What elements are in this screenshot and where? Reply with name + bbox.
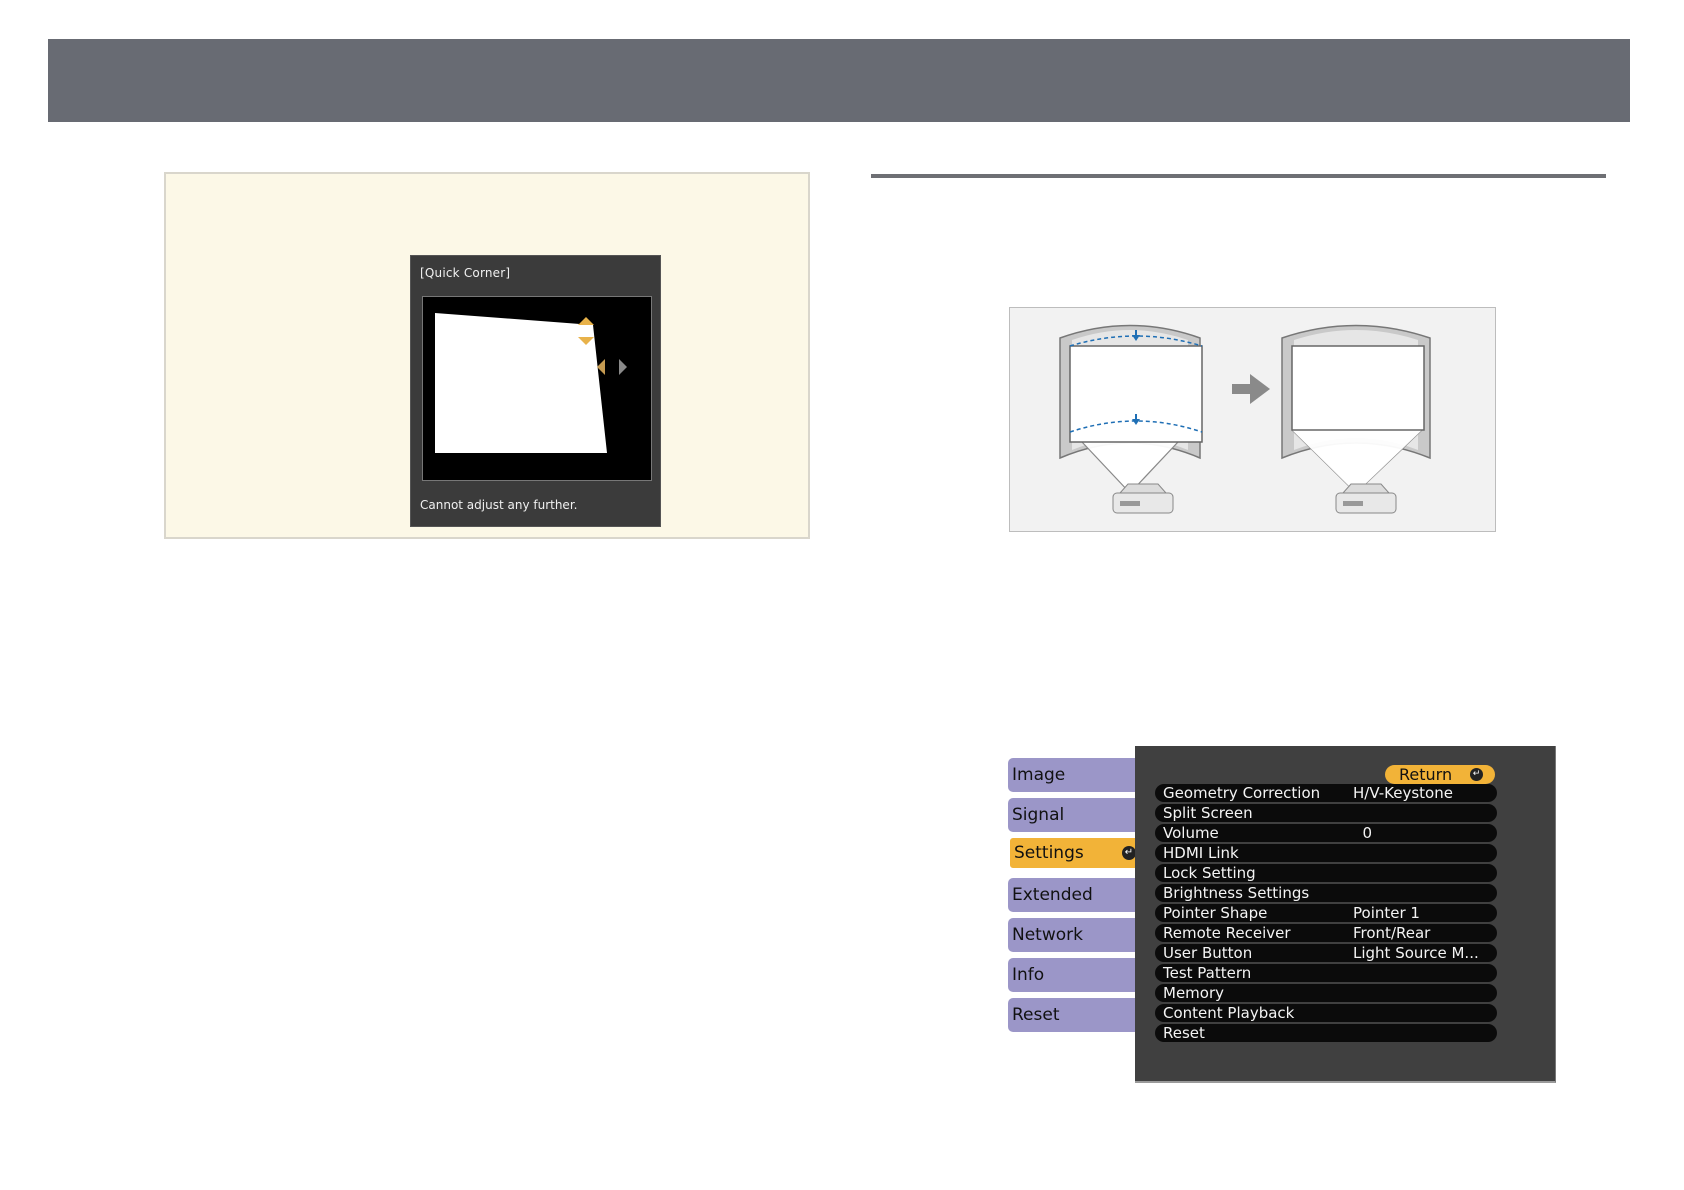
- menu-item-label: Content Playback: [1163, 1004, 1295, 1022]
- menu-item-label: Pointer Shape: [1163, 904, 1268, 922]
- menu-item-label: Geometry Correction: [1163, 784, 1321, 802]
- menu-item-label: Reset: [1163, 1024, 1205, 1042]
- menu-item-user-button[interactable]: User Button Light Source M...: [1155, 944, 1497, 962]
- menu-item-label: Volume: [1163, 824, 1219, 842]
- menu-item-label: Test Pattern: [1163, 964, 1252, 982]
- arrow-right-icon: [619, 359, 627, 375]
- page-header-band: [48, 39, 1630, 122]
- menu-item-content-playback[interactable]: Content Playback: [1155, 1004, 1497, 1022]
- menu-item-pointer-shape[interactable]: Pointer Shape Pointer 1: [1155, 904, 1497, 922]
- tab-settings[interactable]: Settings ↵: [1008, 836, 1146, 870]
- quick-corner-preview: [435, 313, 627, 453]
- menu-item-volume[interactable]: Volume 0: [1155, 824, 1497, 842]
- tab-settings-label: Settings: [1014, 843, 1084, 863]
- menu-item-label: Memory: [1163, 984, 1225, 1002]
- enter-icon: ↵: [1470, 768, 1483, 781]
- tab-reset[interactable]: Reset: [1008, 998, 1136, 1032]
- menu-item-value: Front/Rear: [1353, 924, 1431, 942]
- screen-before: [1059, 324, 1203, 494]
- tab-image[interactable]: Image: [1008, 758, 1136, 792]
- menu-item-geometry-correction[interactable]: Geometry Correction H/V-Keystone: [1155, 784, 1497, 802]
- projector-icon: [1112, 483, 1174, 514]
- menu-item-label: Remote Receiver: [1163, 924, 1291, 942]
- menu-item-value: Light Source M...: [1353, 944, 1479, 962]
- menu-item-split-screen[interactable]: Split Screen: [1155, 804, 1497, 822]
- menu-item-label: Split Screen: [1163, 804, 1253, 822]
- enter-icon: ↵: [1122, 846, 1136, 860]
- quick-corner-message: Cannot adjust any further.: [420, 498, 578, 512]
- menu-item-label: Brightness Settings: [1163, 884, 1310, 902]
- projector-icon: [1335, 483, 1397, 514]
- keystone-illustration: [1009, 307, 1496, 532]
- menu-item-label: User Button: [1163, 944, 1253, 962]
- quick-corner-title: [Quick Corner]: [420, 266, 511, 280]
- tab-info[interactable]: Info: [1008, 958, 1136, 992]
- keystone-drawing: [1059, 324, 1431, 514]
- tab-signal[interactable]: Signal: [1008, 798, 1136, 832]
- screen-after: [1281, 324, 1431, 494]
- menu-item-test-pattern[interactable]: Test Pattern: [1155, 964, 1497, 982]
- return-button[interactable]: Return ↵: [1385, 765, 1495, 784]
- menu-item-hdmi-link[interactable]: HDMI Link: [1155, 844, 1497, 862]
- return-label: Return: [1399, 765, 1453, 784]
- menu-item-brightness-settings[interactable]: Brightness Settings: [1155, 884, 1497, 902]
- menu-list: Geometry Correction H/V-Keystone Split Sc…: [1155, 784, 1497, 1044]
- menu-item-value: H/V-Keystone: [1353, 784, 1453, 802]
- section-rule: [871, 174, 1606, 178]
- tab-network[interactable]: Network: [1008, 918, 1136, 952]
- arrow-up-icon: [578, 317, 594, 325]
- menu-item-label: Lock Setting: [1163, 864, 1256, 882]
- quick-corner-screen: [422, 296, 652, 481]
- menu-panel: Return ↵ Geometry Correction H/V-Keystone…: [1135, 746, 1556, 1083]
- menu-item-label: HDMI Link: [1163, 844, 1239, 862]
- projector-menu: Image Signal Settings ↵ Extended Network…: [1004, 745, 1556, 1085]
- menu-item-value: Pointer 1: [1353, 904, 1420, 922]
- quick-corner-panel: [Quick Corner] Cannot adjust any further…: [410, 255, 661, 527]
- menu-item-reset[interactable]: Reset: [1155, 1024, 1497, 1042]
- menu-item-memory[interactable]: Memory: [1155, 984, 1497, 1002]
- tab-extended[interactable]: Extended: [1008, 878, 1136, 912]
- menu-item-remote-receiver[interactable]: Remote Receiver Front/Rear: [1155, 924, 1497, 942]
- projected-image-shape: [435, 313, 607, 453]
- menu-item-value: 0: [1353, 824, 1373, 842]
- menu-item-lock-setting[interactable]: Lock Setting: [1155, 864, 1497, 882]
- arrow-right-icon: [1232, 374, 1270, 404]
